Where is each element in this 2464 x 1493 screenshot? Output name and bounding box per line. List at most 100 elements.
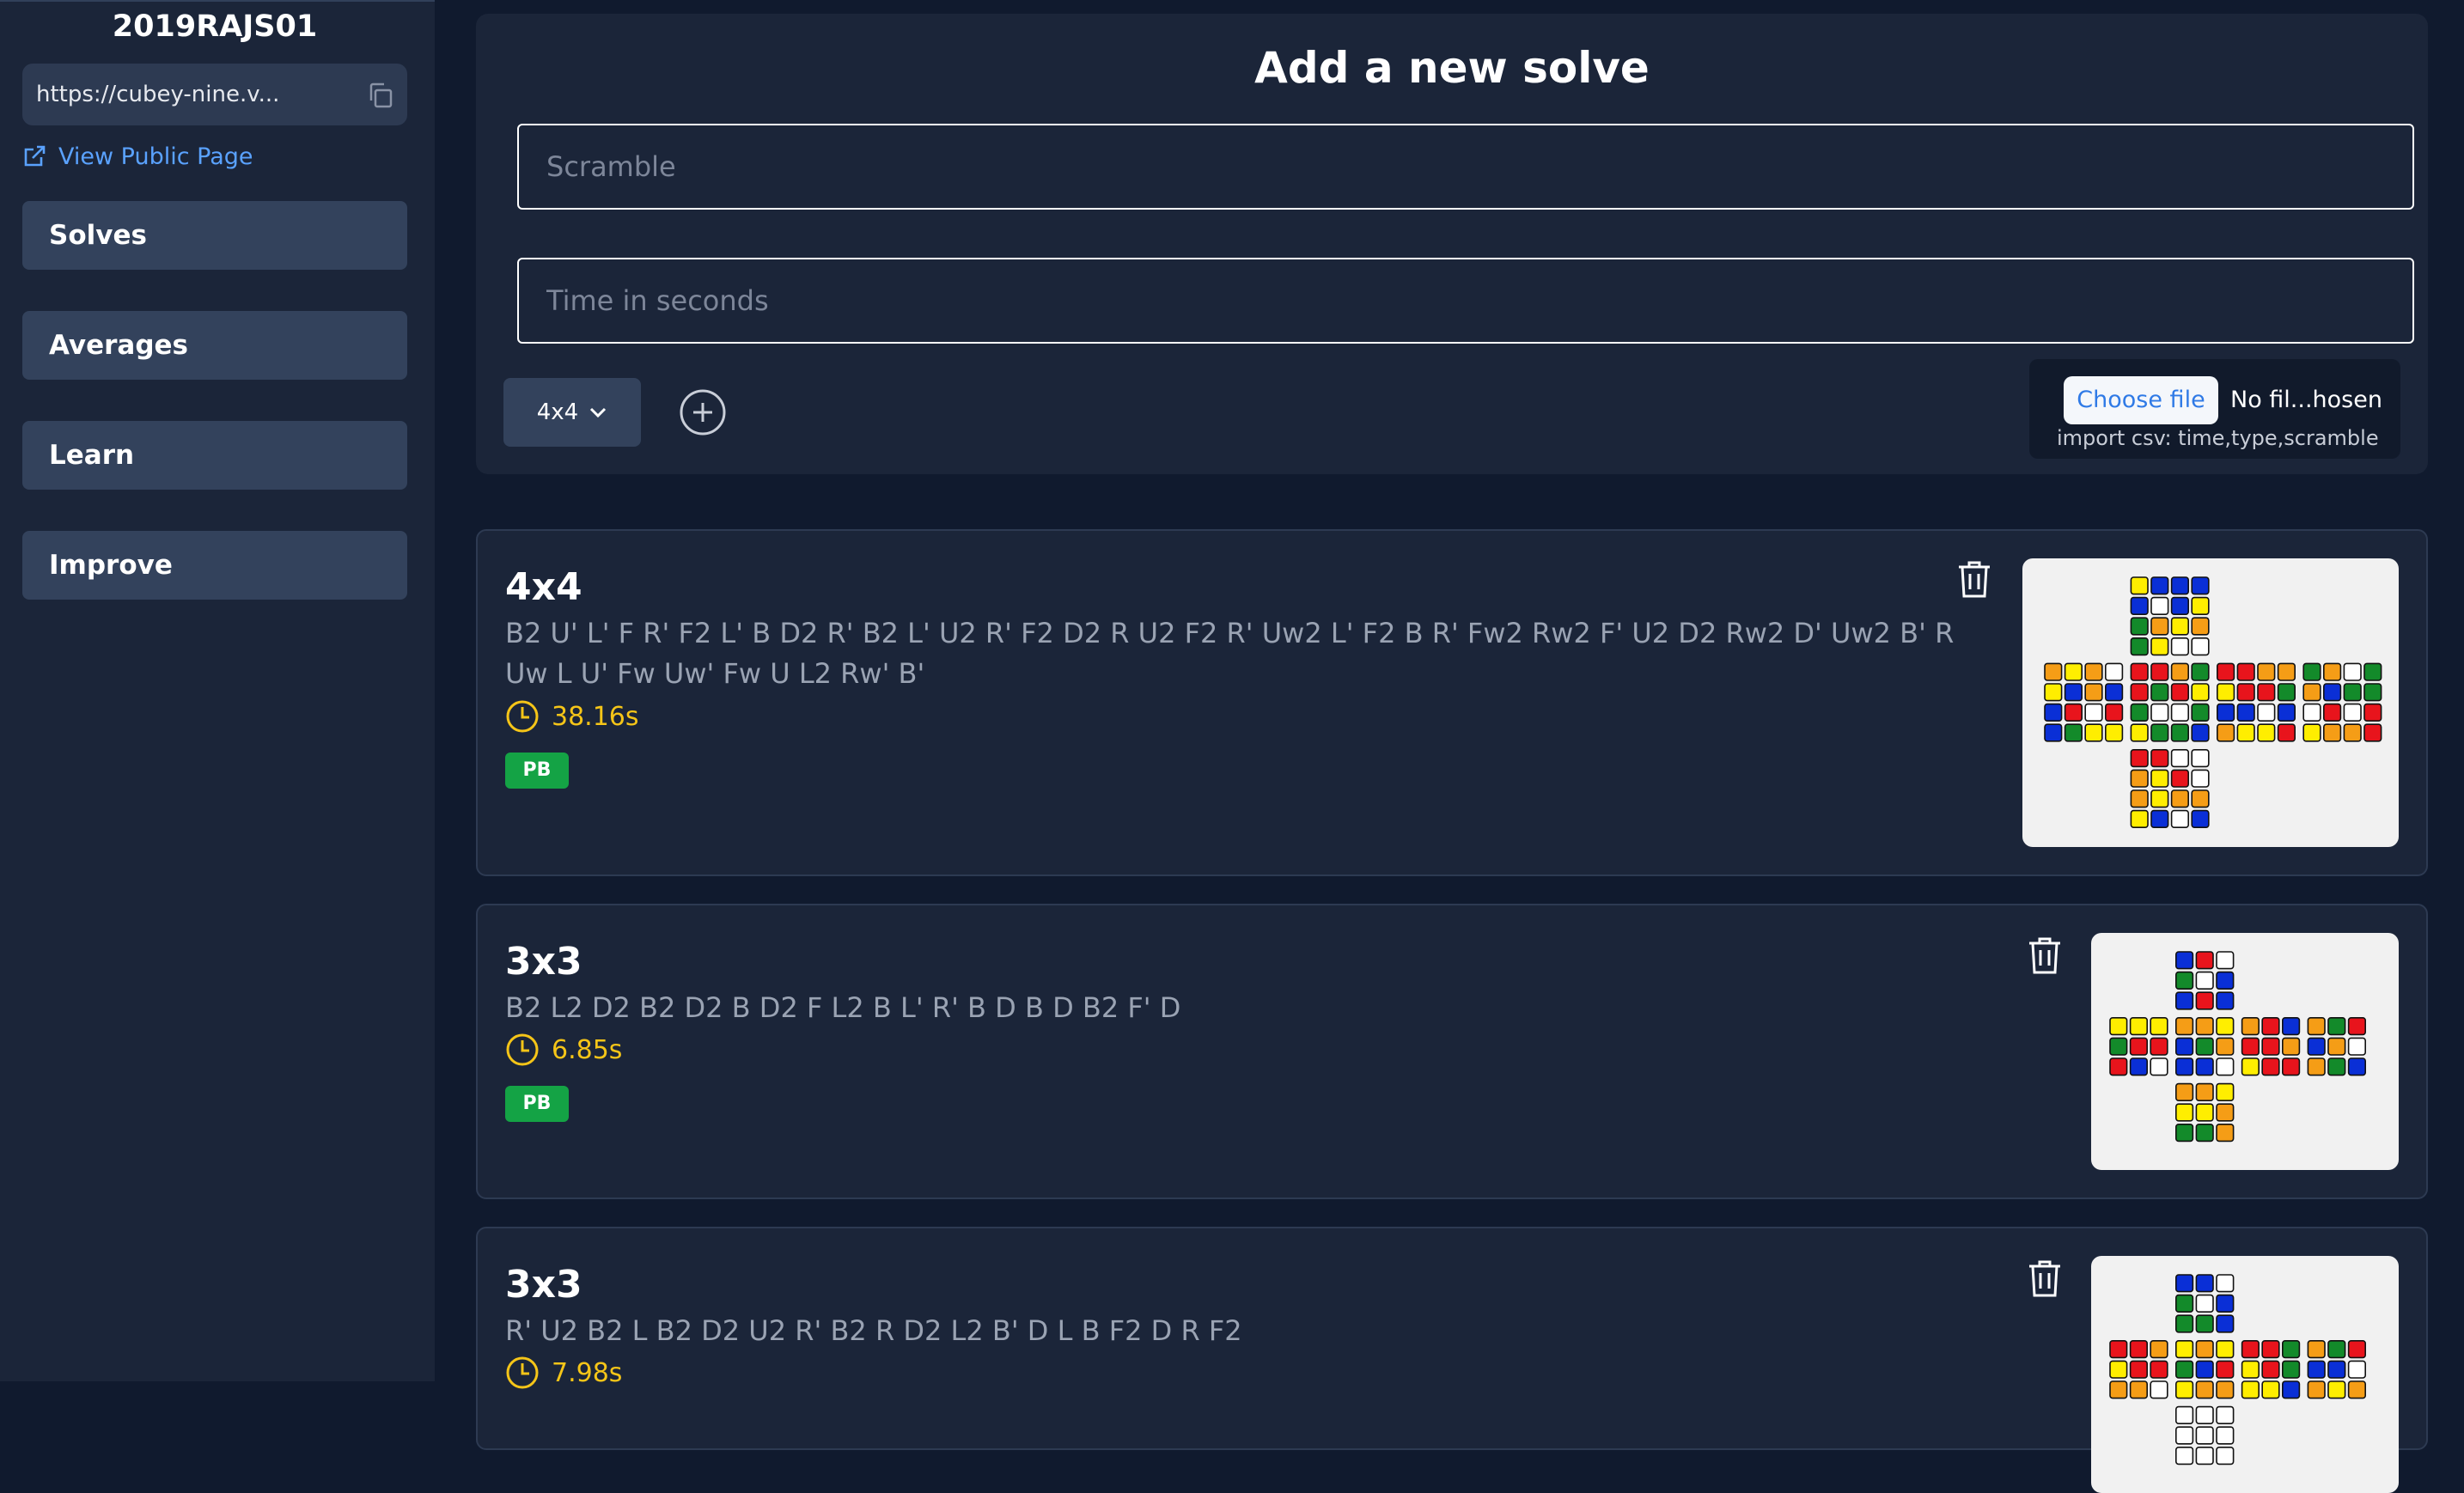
sticker — [2277, 723, 2296, 742]
sticker — [2109, 1380, 2128, 1399]
sticker — [2129, 1037, 2148, 1056]
sticker — [2195, 971, 2214, 990]
sticker — [2347, 1057, 2367, 1076]
sticker — [2363, 683, 2382, 702]
sticker — [2109, 1057, 2128, 1076]
sticker — [2150, 749, 2169, 768]
sticker — [2150, 703, 2169, 722]
sticker — [2216, 1017, 2235, 1036]
sticker — [2191, 809, 2210, 829]
sticker — [2150, 596, 2169, 615]
sticker — [2363, 723, 2382, 742]
sticker — [2170, 703, 2190, 722]
sticker — [2175, 1037, 2194, 1056]
sticker — [2217, 662, 2235, 681]
sticker — [2282, 1017, 2301, 1036]
sticker — [2130, 809, 2149, 829]
nav-improve[interactable]: Improve — [22, 531, 407, 600]
sticker — [2130, 596, 2149, 615]
sticker — [2170, 769, 2190, 788]
scramble-line: Uw L U' Fw Uw' Fw U L2 Rw' B' — [505, 657, 925, 690]
sticker — [2175, 1380, 2194, 1399]
sticker — [2129, 1057, 2148, 1076]
sticker — [2175, 1103, 2194, 1122]
choose-file-button[interactable]: Choose file — [2064, 376, 2218, 424]
import-hint: import csv: time,type,scramble — [2057, 426, 2379, 450]
sticker — [2277, 662, 2296, 681]
sticker — [2150, 769, 2169, 788]
clock-icon — [506, 700, 539, 733]
nav-solves[interactable]: Solves — [22, 201, 407, 270]
sticker — [2195, 1340, 2214, 1359]
view-public-page-link[interactable]: View Public Page — [22, 139, 253, 174]
sticker — [2236, 683, 2255, 702]
sticker — [2130, 617, 2149, 636]
chevron-down-icon — [590, 407, 607, 418]
sticker — [2195, 1103, 2214, 1122]
sticker — [2327, 1057, 2346, 1076]
sticker — [2195, 1380, 2214, 1399]
sticker — [2109, 1360, 2128, 1379]
sticker — [2217, 723, 2235, 742]
sticker — [2170, 637, 2190, 656]
nav-learn[interactable]: Learn — [22, 421, 407, 490]
sticker — [2241, 1057, 2260, 1076]
sticker — [2105, 662, 2124, 681]
delete-icon[interactable] — [2026, 935, 2064, 976]
sticker — [2302, 683, 2321, 702]
public-url-box: https://cubey-nine.v... — [22, 64, 407, 125]
solve-time-value: 6.85s — [552, 1034, 623, 1065]
sticker — [2175, 1017, 2194, 1036]
sticker — [2217, 683, 2235, 702]
scramble-input[interactable] — [517, 124, 2414, 210]
sticker — [2175, 1340, 2194, 1359]
nav-averages[interactable]: Averages — [22, 311, 407, 380]
sticker — [2105, 683, 2124, 702]
sticker — [2216, 1274, 2235, 1293]
sticker — [2307, 1380, 2326, 1399]
sticker — [2195, 951, 2214, 970]
sticker — [2175, 1447, 2194, 1466]
cube-net — [2044, 576, 2382, 829]
time-input[interactable] — [517, 258, 2414, 344]
sticker — [2195, 1017, 2214, 1036]
sticker — [2175, 1426, 2194, 1445]
sticker — [2257, 703, 2276, 722]
cube-state-image — [2091, 1256, 2399, 1493]
sticker — [2322, 683, 2342, 702]
delete-icon[interactable] — [1955, 558, 1993, 600]
delete-icon[interactable] — [2026, 1258, 2064, 1299]
sticker — [2064, 662, 2083, 681]
sticker — [2282, 1360, 2301, 1379]
sticker — [2216, 1057, 2235, 1076]
sticker — [2343, 723, 2362, 742]
sticker — [2150, 1380, 2168, 1399]
sticker — [2363, 662, 2382, 681]
copy-icon[interactable] — [366, 81, 395, 110]
sticker — [2129, 1380, 2148, 1399]
sticker — [2217, 703, 2235, 722]
sticker — [2175, 1294, 2194, 1313]
sticker — [2191, 789, 2210, 808]
sticker — [2347, 1380, 2367, 1399]
sticker — [2170, 596, 2190, 615]
cube-type-select[interactable]: 4x4 — [503, 378, 641, 447]
public-url-text: https://cubey-nine.v... — [36, 82, 280, 107]
sticker — [2130, 769, 2149, 788]
solve-time-value: 38.16s — [552, 701, 639, 732]
cube-state-image — [2091, 933, 2399, 1170]
sidebar: 2019RAJS01 https://cubey-nine.v... View … — [0, 0, 435, 1381]
sticker — [2347, 1037, 2367, 1056]
sticker — [2216, 1447, 2235, 1466]
sticker — [2150, 617, 2169, 636]
add-solve-button[interactable] — [679, 388, 727, 436]
sticker — [2175, 1314, 2194, 1333]
sticker — [2216, 1037, 2235, 1056]
sticker — [2170, 723, 2190, 742]
sticker — [2347, 1017, 2367, 1036]
sticker — [2044, 703, 2063, 722]
sticker — [2282, 1057, 2301, 1076]
solve-type: 3x3 — [505, 940, 582, 984]
sticker — [2216, 1426, 2235, 1445]
sticker — [2261, 1057, 2280, 1076]
